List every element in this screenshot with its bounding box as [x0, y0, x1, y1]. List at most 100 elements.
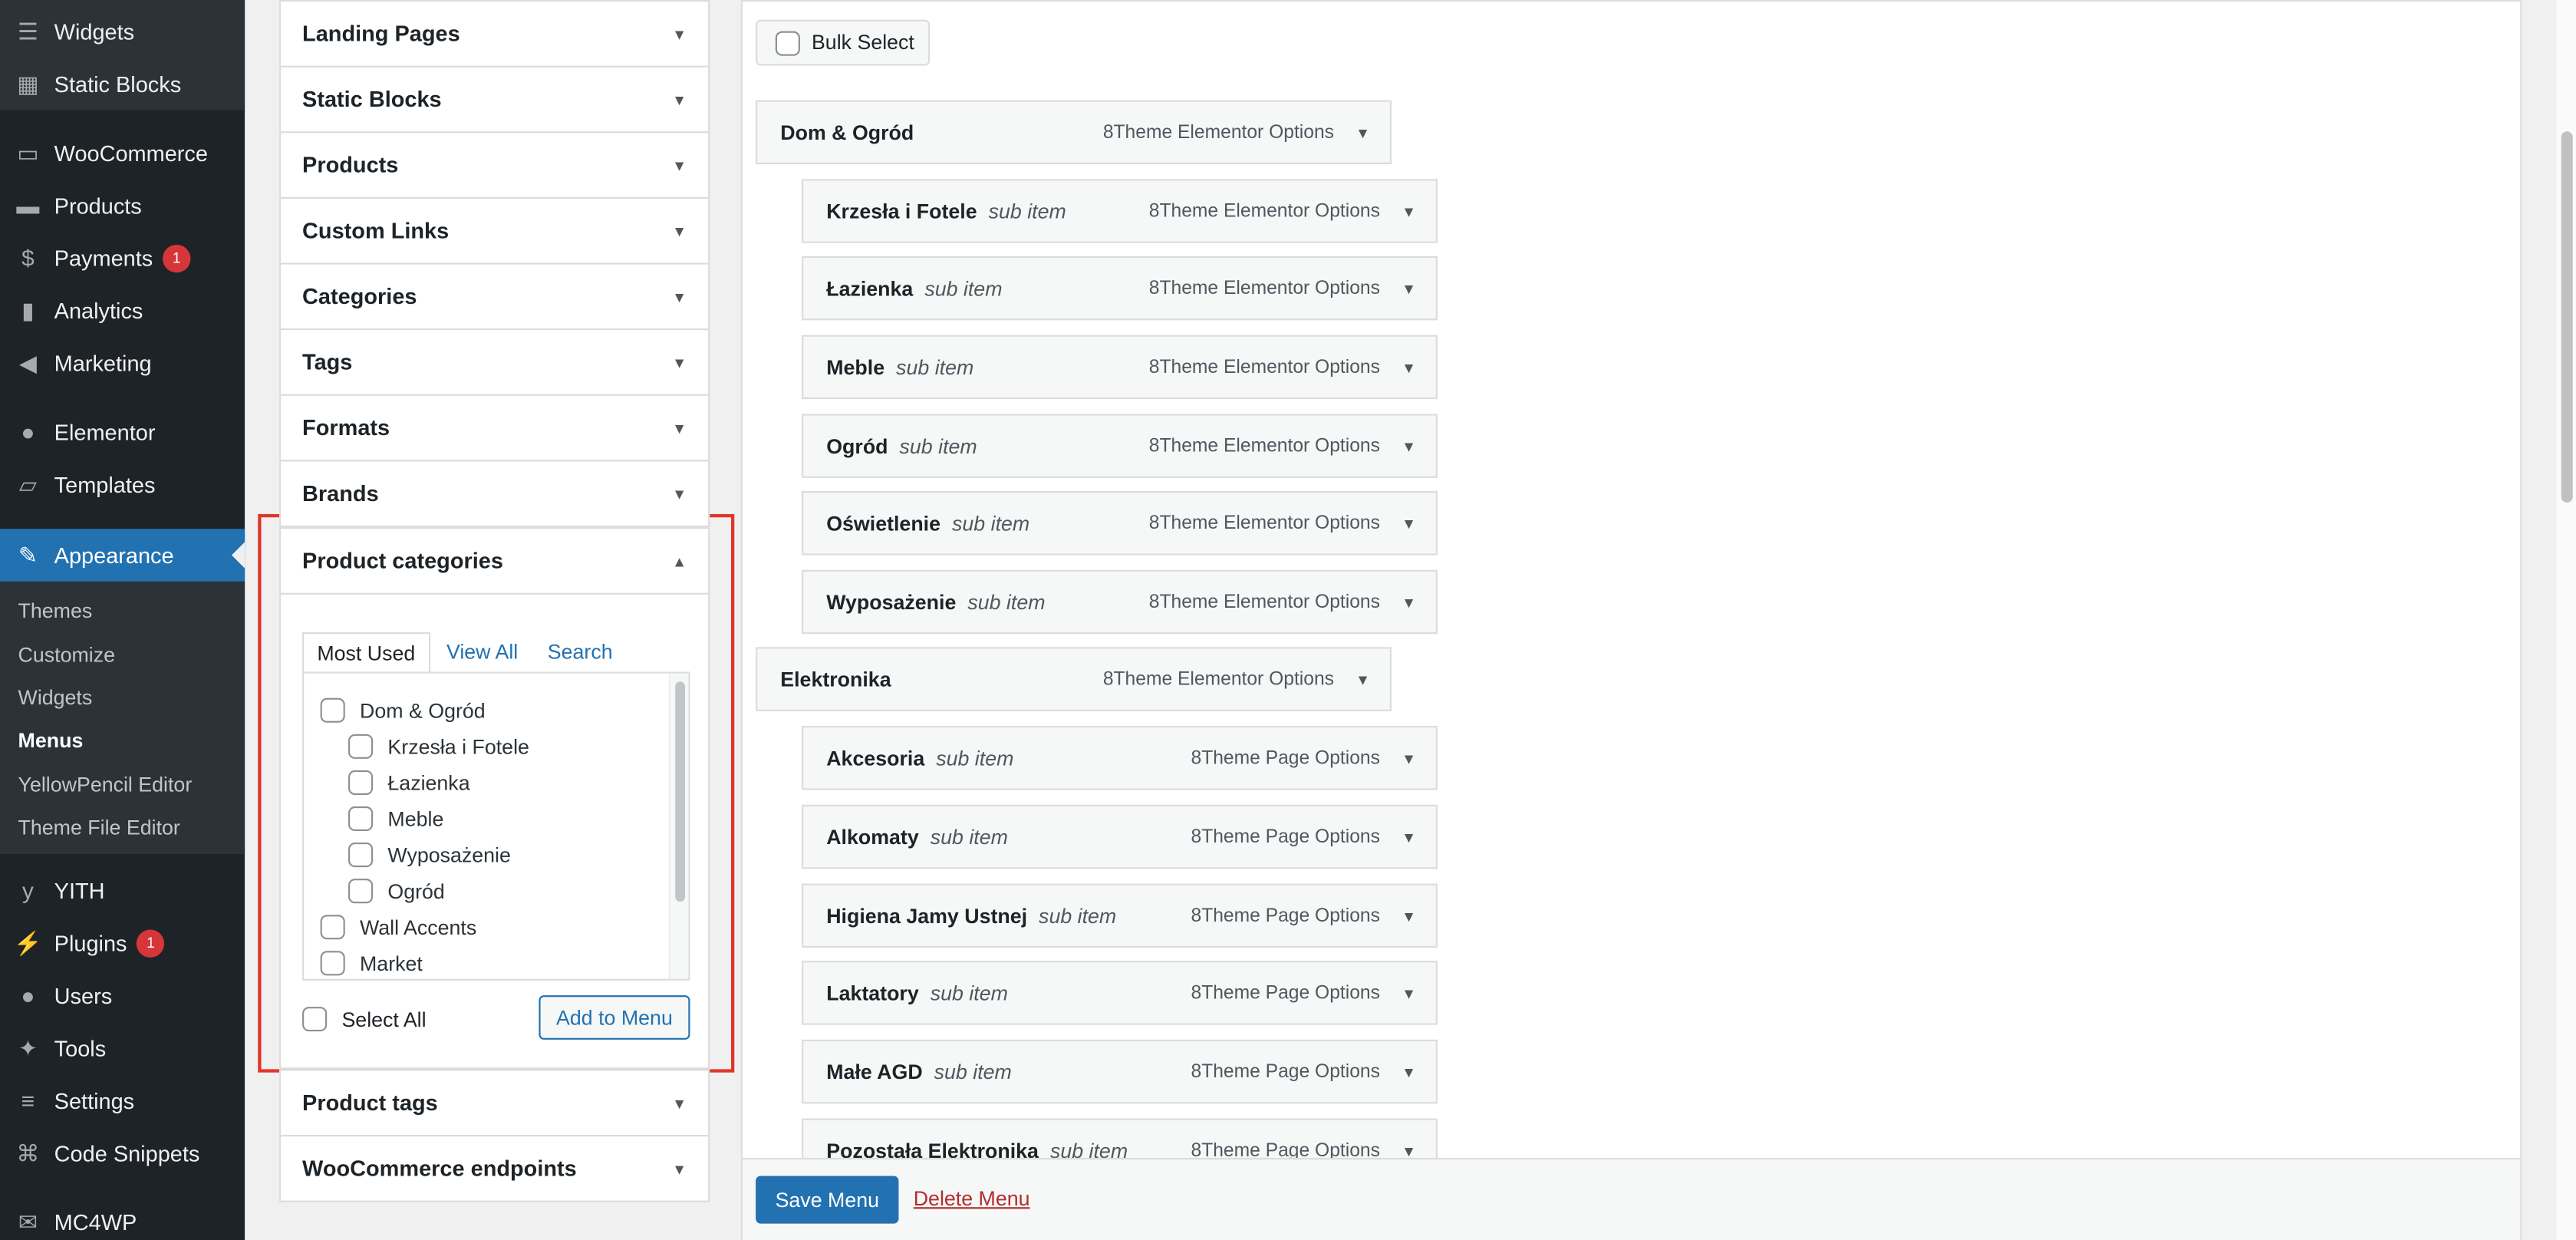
menu-item[interactable]: Meble sub item 8Theme Elementor Options ▼ [802, 335, 1438, 400]
menu-item[interactable]: Higiena Jamy Ustnej sub item 8Theme Page O… [802, 883, 1438, 948]
menu-item-type: 8Theme Elementor Options [1102, 122, 1334, 143]
submenu-customize[interactable]: Customize [18, 644, 115, 667]
accordion-title: Categories [302, 284, 417, 309]
chevron-down-icon: ▼ [672, 1160, 687, 1177]
menu-item-subtitle: sub item [1039, 904, 1117, 928]
menu-item[interactable]: Wyposażenie sub item 8Theme Elementor Opti… [802, 569, 1438, 635]
sidebar-item-code-snippets[interactable]: ⌘ Code Snippets [0, 1126, 245, 1179]
submenu-yellowpencil-editor[interactable]: YellowPencil Editor [18, 773, 193, 796]
sidebar-item-woocommerce[interactable]: ▭ WooCommerce [0, 127, 245, 179]
sidebar-item-label: Products [54, 193, 142, 218]
menu-item[interactable]: Alkomaty sub item 8Theme Page Options ▼ [802, 804, 1438, 869]
chevron-down-icon[interactable]: ▼ [1402, 359, 1416, 375]
chevron-down-icon: ▼ [672, 1094, 687, 1111]
code-icon: ⌘ [16, 1139, 40, 1166]
sidebar-item-yith[interactable]: y YITH [0, 864, 245, 916]
chevron-down-icon[interactable]: ▼ [1402, 203, 1416, 219]
menu-item-type: 8Theme Elementor Options [1148, 436, 1380, 456]
menu-item-subtitle: sub item [934, 1060, 1012, 1083]
menu-item-type: 8Theme Elementor Options [1148, 592, 1380, 612]
menu-item-type: 8Theme Elementor Options [1102, 669, 1334, 689]
accordion-title: Brands [302, 481, 379, 506]
sidebar-item-products[interactable]: ▬ Products [0, 179, 245, 231]
menu-item[interactable]: Dom & Ogród 8Theme Elementor Options ▼ [756, 100, 1392, 165]
accordion-title: Products [302, 153, 399, 178]
menu-item-subtitle: sub item [988, 200, 1066, 223]
sidebar-item-label: Widgets [54, 18, 135, 44]
accordion-product-tags[interactable]: Product tags ▼ [279, 1069, 710, 1137]
menu-item[interactable]: Elektronika 8Theme Elementor Options ▼ [756, 647, 1392, 711]
menu-item-type: 8Theme Page Options [1191, 1061, 1380, 1082]
accordion-tags[interactable]: Tags ▼ [279, 328, 710, 396]
admin-sidebar: ☰ Widgets ▦ Static Blocks ▭ WooCommerce ▬ Produ… [0, 0, 245, 1240]
menu-item-type: 8Theme Elementor Options [1148, 278, 1380, 298]
accordion-landing-pages[interactable]: Landing Pages ▼ [279, 0, 710, 68]
sidebar-item-payments[interactable]: $ Payments 1 [0, 232, 245, 284]
accordion-static-blocks[interactable]: Static Blocks ▼ [279, 65, 710, 134]
menu-item-subtitle: sub item [967, 590, 1046, 614]
bulk-select-button[interactable]: Bulk Select [756, 19, 931, 66]
elementor-icon: ● [21, 418, 35, 446]
menu-item-title: Akcesoria [826, 746, 925, 770]
chevron-down-icon[interactable]: ▼ [1402, 594, 1416, 610]
checkbox[interactable] [775, 30, 800, 55]
chevron-down-icon[interactable]: ▼ [1402, 515, 1416, 531]
sidebar-item-appearance[interactable]: ✎ Appearance [0, 529, 245, 582]
menu-item-type: 8Theme Elementor Options [1148, 201, 1380, 221]
menu-item-title: Dom & Ogród [780, 120, 914, 144]
folder-icon: ▱ [18, 470, 37, 497]
accordion-categories[interactable]: Categories ▼ [279, 262, 710, 331]
accordion-custom-links[interactable]: Custom Links ▼ [279, 196, 710, 265]
submenu-widgets[interactable]: Widgets [18, 687, 93, 710]
accordion-woocommerce-endpoints[interactable]: WooCommerce endpoints ▼ [279, 1135, 710, 1202]
menu-item[interactable]: Oświetlenie sub item 8Theme Elementor Opti… [802, 490, 1438, 556]
accordion-formats[interactable]: Formats ▼ [279, 394, 710, 462]
menu-item[interactable]: Laktatory sub item 8Theme Page Options ▼ [802, 961, 1438, 1025]
chevron-down-icon[interactable]: ▼ [1402, 984, 1416, 1001]
accordion-products[interactable]: Products ▼ [279, 131, 710, 199]
chevron-down-icon[interactable]: ▼ [1402, 280, 1416, 296]
user-icon: ● [21, 981, 35, 1009]
save-menu-button[interactable]: Save Menu [756, 1176, 899, 1224]
chevron-down-icon[interactable]: ▼ [1402, 750, 1416, 766]
dollar-icon: $ [21, 244, 35, 272]
chevron-down-icon[interactable]: ▼ [1402, 908, 1416, 924]
menu-item-subtitle: sub item [896, 355, 974, 379]
sidebar-item-widgets[interactable]: ☰ Widgets [0, 5, 245, 57]
sidebar-item-users[interactable]: ● Users [0, 969, 245, 1021]
page-scrollbar-thumb[interactable] [2561, 131, 2573, 503]
page-scrollbar[interactable] [2556, 0, 2576, 1240]
submenu-themes[interactable]: Themes [18, 599, 93, 622]
chevron-down-icon[interactable]: ▼ [1402, 829, 1416, 845]
accordion-brands[interactable]: Brands ▼ [279, 460, 710, 528]
menu-item[interactable]: Krzesła i Fotele sub item 8Theme Elementor… [802, 179, 1438, 243]
sidebar-item-tools[interactable]: ✦ Tools [0, 1021, 245, 1073]
sidebar-item-plugins[interactable]: ⚡ Plugins 1 [0, 916, 245, 968]
submenu-menus[interactable]: Menus [18, 729, 84, 752]
sidebar-item-elementor[interactable]: ● Elementor [0, 406, 245, 458]
chevron-down-icon: ▼ [672, 485, 687, 502]
menu-item[interactable]: Akcesoria sub item 8Theme Page Options ▼ [802, 726, 1438, 790]
chevron-down-icon[interactable]: ▼ [1402, 1143, 1416, 1159]
sidebar-item-mc4wp[interactable]: ✉ MC4WP [0, 1195, 245, 1240]
sidebar-item-label: Static Blocks [54, 71, 182, 97]
menu-item[interactable]: Łazienka sub item 8Theme Elementor Options… [802, 256, 1438, 321]
menu-item[interactable]: Ogród sub item 8Theme Elementor Options ▼ [802, 414, 1438, 478]
chevron-down-icon: ▼ [672, 157, 687, 173]
sidebar-item-static-blocks[interactable]: ▦ Static Blocks [0, 58, 245, 110]
submenu-theme-file-editor[interactable]: Theme File Editor [18, 816, 180, 839]
delete-menu-link[interactable]: Delete Menu [914, 1188, 1030, 1211]
chevron-down-icon[interactable]: ▼ [1356, 124, 1370, 140]
sidebar-item-analytics[interactable]: ▮ Analytics [0, 284, 245, 336]
chevron-down-icon[interactable]: ▼ [1402, 437, 1416, 453]
menu-item-title: Ogród [826, 434, 888, 458]
sidebar-item-marketing[interactable]: ◀ Marketing [0, 337, 245, 389]
menu-item[interactable]: Małe AGD sub item 8Theme Page Options ▼ [802, 1039, 1438, 1104]
bulk-select-label: Bulk Select [811, 31, 914, 54]
accordion-product-categories[interactable]: Product categories ▲ [279, 527, 710, 595]
chevron-down-icon[interactable]: ▼ [1356, 671, 1370, 687]
menu-item-type: 8Theme Elementor Options [1148, 357, 1380, 378]
sidebar-item-settings[interactable]: ≡ Settings [0, 1074, 245, 1126]
sidebar-item-templates[interactable]: ▱ Templates [0, 458, 245, 510]
chevron-down-icon[interactable]: ▼ [1402, 1064, 1416, 1080]
